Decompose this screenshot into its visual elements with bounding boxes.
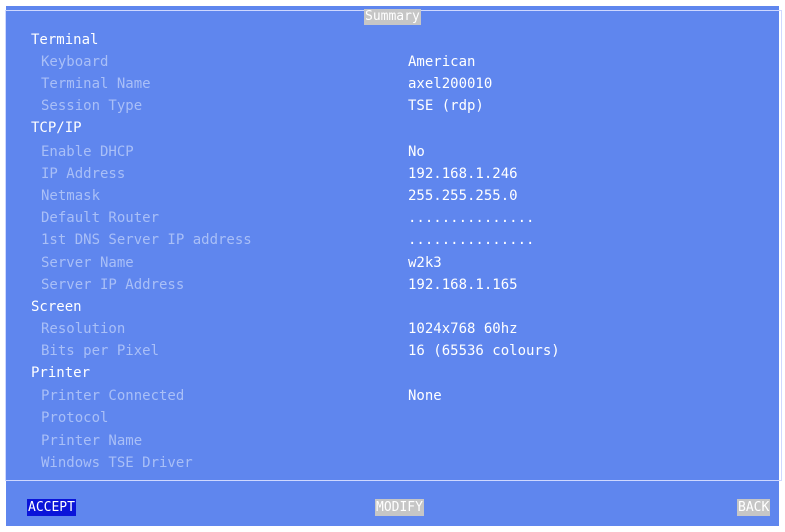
section-heading-screen: Screen	[31, 299, 82, 315]
modify-button[interactable]: MODIFY	[375, 499, 424, 516]
label-resolution: Resolution	[41, 321, 126, 337]
label-windows-tse-driver: Windows TSE Driver	[41, 455, 193, 471]
value-resolution: 1024x768 60hz	[408, 321, 518, 337]
label-server-name: Server Name	[41, 255, 134, 271]
section-heading-terminal: Terminal	[31, 32, 99, 48]
value-ip-address: 192.168.1.246	[408, 166, 518, 182]
section-heading-printer: Printer	[31, 365, 91, 381]
value-dns-server: ...............	[408, 232, 535, 248]
label-printer-connected: Printer Connected	[41, 388, 185, 404]
value-printer-connected: None	[408, 388, 442, 404]
label-netmask: Netmask	[41, 188, 101, 204]
value-server-name: w2k3	[408, 255, 442, 271]
value-keyboard: American	[408, 54, 476, 70]
value-session-type: TSE (rdp)	[408, 98, 484, 114]
value-terminal-name: axel200010	[408, 76, 493, 92]
button-bar: ACCEPT MODIFY BACK	[0, 490, 785, 532]
label-dns-server: 1st DNS Server IP address	[41, 232, 252, 248]
label-keyboard: Keyboard	[41, 54, 109, 70]
label-protocol: Protocol	[41, 410, 109, 426]
section-heading-tcpip: TCP/IP	[31, 120, 82, 136]
label-server-ip-address: Server IP Address	[41, 277, 185, 293]
label-ip-address: IP Address	[41, 166, 126, 182]
value-default-router: ...............	[408, 210, 535, 226]
label-terminal-name: Terminal Name	[41, 76, 151, 92]
back-button[interactable]: BACK	[737, 499, 771, 516]
window-title: Summary	[364, 9, 421, 25]
label-bits-per-pixel: Bits per Pixel	[41, 343, 160, 359]
value-enable-dhcp: No	[408, 144, 425, 160]
label-session-type: Session Type	[41, 98, 143, 114]
label-printer-name: Printer Name	[41, 433, 143, 449]
value-netmask: 255.255.255.0	[408, 188, 518, 204]
accept-button[interactable]: ACCEPT	[27, 499, 76, 516]
value-server-ip-address: 192.168.1.165	[408, 277, 518, 293]
value-bits-per-pixel: 16 (65536 colours)	[408, 343, 560, 359]
label-enable-dhcp: Enable DHCP	[41, 144, 134, 160]
label-default-router: Default Router	[41, 210, 160, 226]
